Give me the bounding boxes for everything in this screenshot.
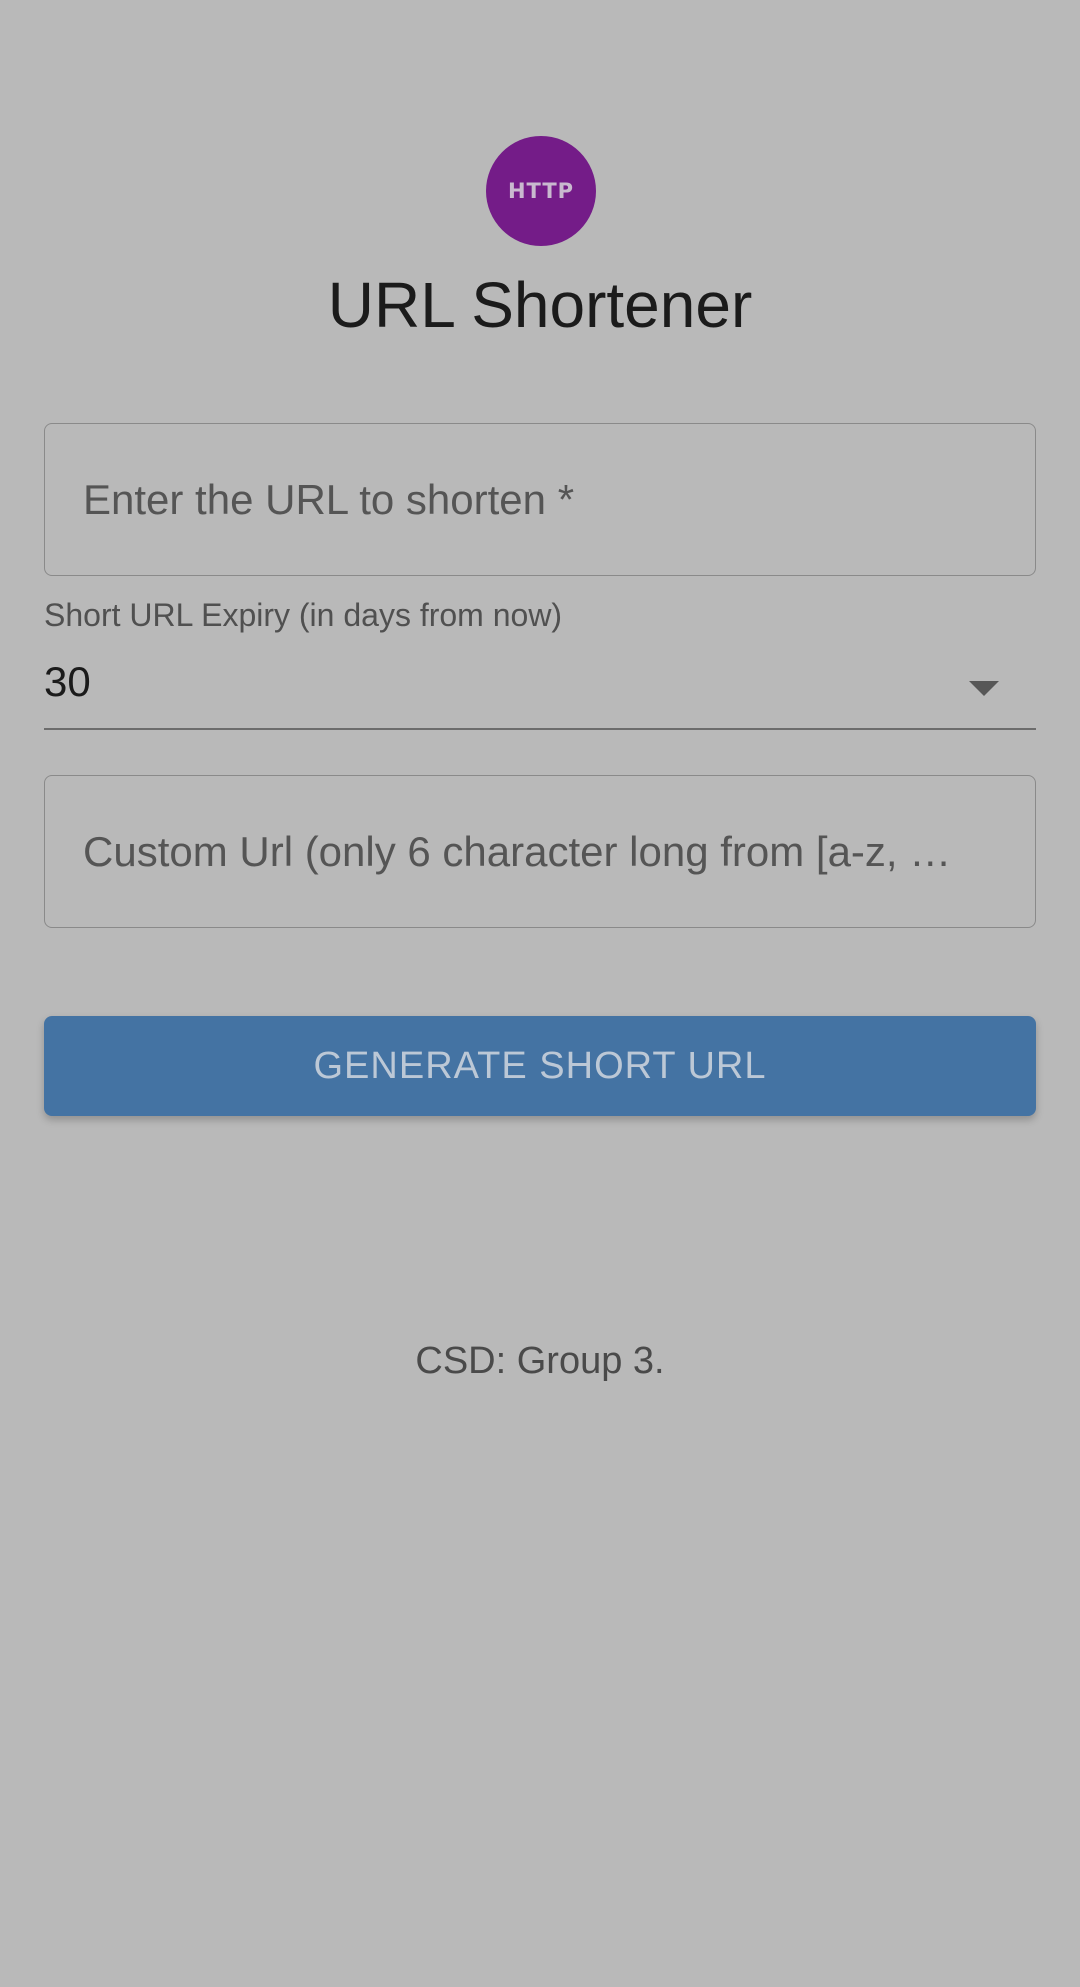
generate-short-url-button[interactable]: GENERATE SHORT URL bbox=[44, 1016, 1036, 1116]
custom-url-placeholder: Custom Url (only 6 character long from [… bbox=[83, 827, 952, 875]
custom-url-input[interactable]: Custom Url (only 6 character long from [… bbox=[44, 775, 1036, 928]
logo-text: HTTP bbox=[507, 179, 575, 203]
generate-button-label: GENERATE SHORT URL bbox=[313, 1044, 767, 1087]
expiry-select-value: 30 bbox=[44, 658, 91, 705]
url-input[interactable]: Enter the URL to shorten * bbox=[44, 423, 1036, 576]
url-input-placeholder: Enter the URL to shorten * bbox=[83, 475, 575, 523]
http-logo-icon: HTTP bbox=[486, 136, 596, 246]
dropdown-arrow-icon[interactable] bbox=[969, 681, 999, 696]
expiry-select[interactable]: 30 bbox=[44, 650, 1036, 730]
page-title: URL Shortener bbox=[327, 269, 753, 341]
expiry-label: Short URL Expiry (in days from now) bbox=[44, 597, 563, 633]
footer-text: CSD: Group 3. bbox=[415, 1340, 665, 1382]
